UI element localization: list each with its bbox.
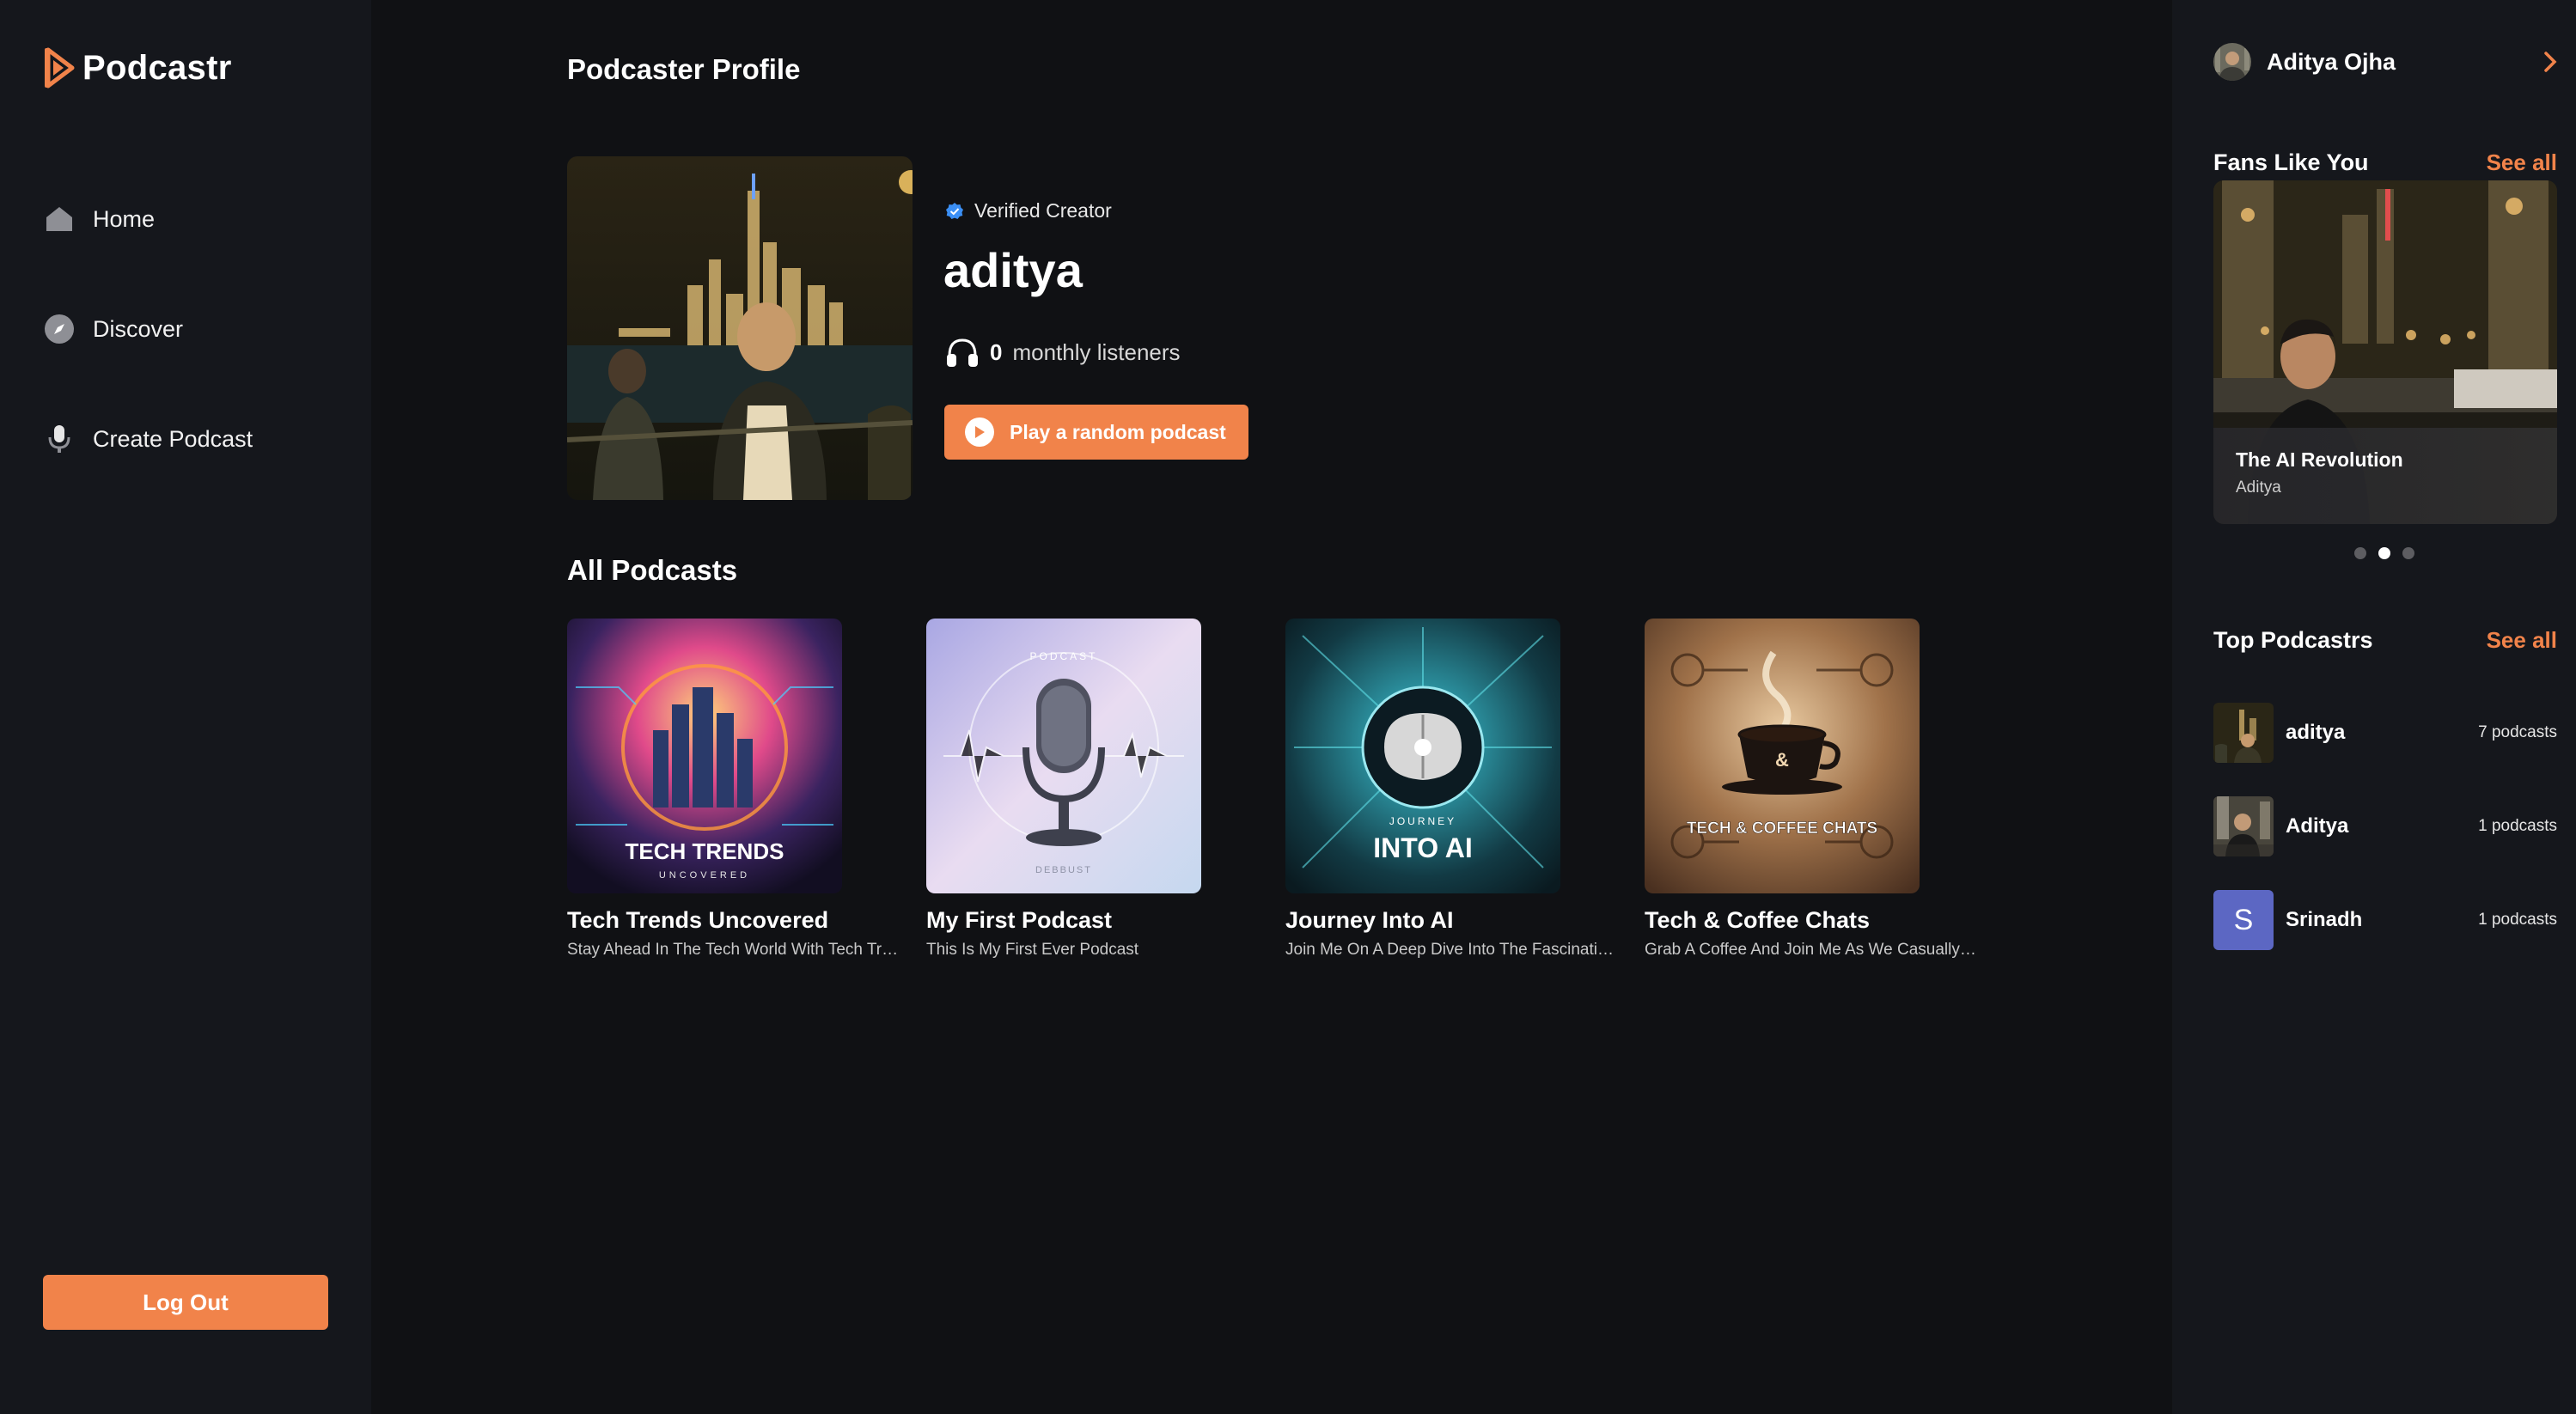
play-button-label: Play a random podcast xyxy=(1010,420,1226,443)
svg-text:JOURNEY: JOURNEY xyxy=(1389,815,1456,827)
microphone-icon xyxy=(43,423,76,455)
podcast-title: Journey Into AI xyxy=(1285,907,1454,933)
listener-label: monthly listeners xyxy=(1012,338,1181,365)
home-icon xyxy=(43,203,76,235)
top-podcaster-row[interactable]: S Srinadh 1 podcasts xyxy=(2213,890,2557,950)
page-title: Podcaster Profile xyxy=(567,53,801,85)
avatar: S xyxy=(2213,890,2274,950)
verified-check-icon xyxy=(946,202,963,219)
user-profile-link[interactable]: Aditya Ojha xyxy=(2213,43,2557,81)
podcast-cover: & TECH & COFFEE CHATS xyxy=(1645,619,1920,893)
verified-label: Verified Creator xyxy=(974,199,1112,222)
listener-count: 0 xyxy=(990,338,1003,365)
compass-icon xyxy=(43,313,76,345)
play-icon xyxy=(965,417,994,447)
podcaster-photo xyxy=(567,156,913,500)
svg-text:PODCAST: PODCAST xyxy=(1029,650,1097,662)
fans-carousel-card[interactable]: The AI Revolution Aditya xyxy=(2213,180,2557,524)
chevron-right-icon xyxy=(2544,52,2557,72)
fans-like-you-heading: Fans Like You xyxy=(2213,149,2369,175)
podcast-title: My First Podcast xyxy=(926,907,1113,933)
podcast-count: 1 podcasts xyxy=(2478,911,2557,929)
logout-button[interactable]: Log Out xyxy=(43,1275,328,1330)
svg-text:INTO AI: INTO AI xyxy=(1373,832,1473,863)
carousel-dot[interactable] xyxy=(2378,547,2390,559)
fans-see-all-link[interactable]: See all xyxy=(2487,149,2557,176)
podcast-description: Stay Ahead In The Tech World With Tech T… xyxy=(567,941,902,959)
nav-label-create-podcast: Create Podcast xyxy=(93,425,253,452)
nav-label-home: Home xyxy=(93,205,156,232)
carousel-dot[interactable] xyxy=(2402,547,2414,559)
fans-like-you-header: Fans Like You See all xyxy=(2213,149,2557,176)
play-random-podcast-button[interactable]: Play a random podcast xyxy=(944,405,1248,460)
podcast-title: Tech & Coffee Chats xyxy=(1645,907,1871,933)
left-sidebar: Podcastr Home Discover Create Podcast Lo… xyxy=(0,0,371,1414)
podcast-description: Grab A Coffee And Join Me As We Casually… xyxy=(1645,941,1980,959)
nav-item-discover[interactable]: Discover xyxy=(43,313,183,345)
svg-text:TECH TRENDS: TECH TRENDS xyxy=(626,838,784,864)
podcast-card-tech-coffee-chats[interactable]: & TECH & COFFEE CHATS Tech & Coffee Chat… xyxy=(1645,619,1997,960)
podcast-title: Tech Trends Uncovered xyxy=(567,907,829,933)
podcaster-name: Srinadh xyxy=(2286,908,2363,931)
podcaster-name: aditya xyxy=(2286,721,2346,744)
avatar xyxy=(2213,703,2274,763)
top-podcaster-row[interactable]: aditya 7 podcasts xyxy=(2213,703,2557,763)
top-see-all-link[interactable]: See all xyxy=(2487,627,2557,654)
podcast-cover: TECH TRENDS UNCOVERED xyxy=(567,619,842,893)
avatar xyxy=(2213,43,2251,81)
right-sidebar: Aditya Ojha Fans Like You See all The AI… xyxy=(2172,0,2576,1414)
nav-item-home[interactable]: Home xyxy=(43,203,155,235)
all-podcasts-heading: All Podcasts xyxy=(567,554,738,586)
svg-text:TECH & COFFEE CHATS: TECH & COFFEE CHATS xyxy=(1687,820,1877,838)
top-podcaster-row[interactable]: Aditya 1 podcasts xyxy=(2213,796,2557,856)
podcast-count: 1 podcasts xyxy=(2478,817,2557,835)
avatar-initial: S xyxy=(2233,903,2254,936)
podcast-cover: JOURNEY INTO AI xyxy=(1285,619,1560,893)
podcast-description: Join Me On A Deep Dive Into The Fascinat… xyxy=(1285,941,1621,959)
fan-card-subtitle: Aditya xyxy=(2236,478,2281,497)
podcastr-logo-icon xyxy=(45,47,75,88)
verified-badge: Verified Creator xyxy=(945,199,1112,222)
podcaster-name: Aditya xyxy=(2286,814,2349,838)
fan-card-title: The AI Revolution xyxy=(2236,448,2403,471)
monthly-listeners: 0 monthly listeners xyxy=(945,337,1181,368)
fan-card-caption: The AI Revolution Aditya xyxy=(2213,428,2557,524)
carousel-dots xyxy=(2354,547,2414,559)
podcast-count: 7 podcasts xyxy=(2478,723,2557,741)
podcast-cover: PODCAST DEBBUST xyxy=(926,619,1201,893)
brand-logo[interactable]: Podcastr xyxy=(43,46,232,89)
nav-label-discover: Discover xyxy=(93,315,184,342)
creator-name: aditya xyxy=(943,243,1083,297)
podcast-description: This Is My First Ever Podcast xyxy=(926,941,1139,959)
headphones-icon xyxy=(947,338,978,367)
podcast-card-journey-into-ai[interactable]: JOURNEY INTO AI Journey Into AI Join Me … xyxy=(1285,619,1638,960)
top-podcastrs-heading: Top Podcastrs xyxy=(2213,627,2373,653)
top-podcastrs-header: Top Podcastrs See all xyxy=(2213,627,2557,654)
brand-name: Podcastr xyxy=(82,48,232,87)
podcast-card-my-first-podcast[interactable]: PODCAST DEBBUST My First Podcast This Is… xyxy=(926,619,1279,960)
user-name: Aditya Ojha xyxy=(2267,48,2396,75)
nav-item-create-podcast[interactable]: Create Podcast xyxy=(43,423,253,455)
avatar xyxy=(2213,796,2274,856)
svg-text:UNCOVERED: UNCOVERED xyxy=(659,870,750,881)
carousel-dot[interactable] xyxy=(2354,547,2366,559)
svg-text:&: & xyxy=(1775,749,1789,771)
svg-text:DEBBUST: DEBBUST xyxy=(1035,865,1092,875)
podcast-card-tech-trends[interactable]: TECH TRENDS UNCOVERED Tech Trends Uncove… xyxy=(567,619,919,960)
